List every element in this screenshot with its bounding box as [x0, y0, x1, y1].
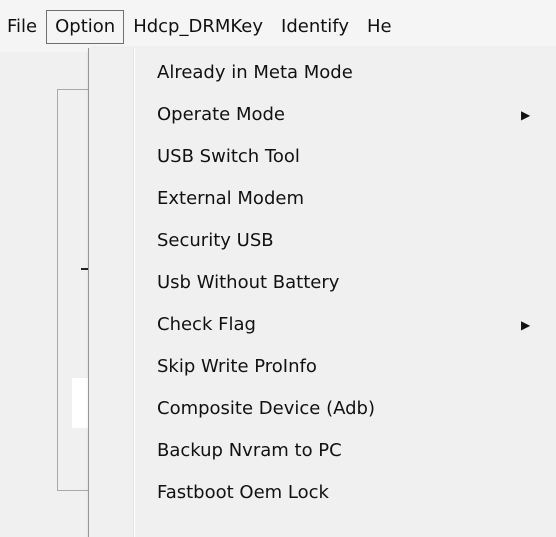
menu-item-label: USB Switch Tool	[157, 146, 300, 167]
menu-item-usb-without-battery[interactable]: Usb Without Battery	[89, 262, 556, 304]
menu-item-operate-mode[interactable]: Operate Mode ▶	[89, 94, 556, 136]
menu-item-composite-device-adb[interactable]: Composite Device (Adb)	[89, 388, 556, 430]
menu-item-label: Security USB	[157, 230, 274, 251]
menu-item-security-usb[interactable]: Security USB	[89, 220, 556, 262]
menu-item-label: External Modem	[157, 188, 304, 209]
background-tick-mark	[81, 268, 88, 270]
menu-identify[interactable]: Identify	[272, 10, 358, 44]
app-window: File Option Hdcp_DRMKey Identify He Alre…	[0, 0, 556, 537]
menu-option[interactable]: Option	[46, 10, 125, 44]
menu-item-label: Backup Nvram to PC	[157, 440, 342, 461]
menu-item-external-modem[interactable]: External Modem	[89, 178, 556, 220]
background-white-box	[72, 378, 89, 428]
menu-item-usb-switch-tool[interactable]: USB Switch Tool	[89, 136, 556, 178]
menu-file[interactable]: File	[0, 10, 46, 44]
submenu-arrow-icon: ▶	[521, 318, 531, 332]
menu-item-fastboot-oem-lock[interactable]: Fastboot Oem Lock	[89, 472, 556, 514]
background-panel	[57, 89, 90, 491]
menu-item-label: Usb Without Battery	[157, 272, 340, 293]
menu-item-label: Operate Mode	[157, 104, 285, 125]
option-dropdown-menu: Already in Meta Mode Operate Mode ▶ USB …	[88, 48, 556, 537]
menu-item-label: Check Flag	[157, 314, 256, 335]
menu-hdcp-drmkey[interactable]: Hdcp_DRMKey	[124, 10, 272, 44]
menu-item-label: Already in Meta Mode	[157, 62, 353, 83]
submenu-arrow-icon: ▶	[521, 108, 531, 122]
menu-item-label: Fastboot Oem Lock	[157, 482, 329, 503]
menu-item-skip-write-proinfo[interactable]: Skip Write ProInfo	[89, 346, 556, 388]
menu-bar: File Option Hdcp_DRMKey Identify He	[0, 0, 556, 52]
menu-help[interactable]: He	[358, 10, 401, 44]
menu-item-check-flag[interactable]: Check Flag ▶	[89, 304, 556, 346]
menu-item-label: Composite Device (Adb)	[157, 398, 375, 419]
menu-item-label: Skip Write ProInfo	[157, 356, 317, 377]
menu-item-already-in-meta-mode[interactable]: Already in Meta Mode	[89, 52, 556, 94]
menu-item-backup-nvram-to-pc[interactable]: Backup Nvram to PC	[89, 430, 556, 472]
